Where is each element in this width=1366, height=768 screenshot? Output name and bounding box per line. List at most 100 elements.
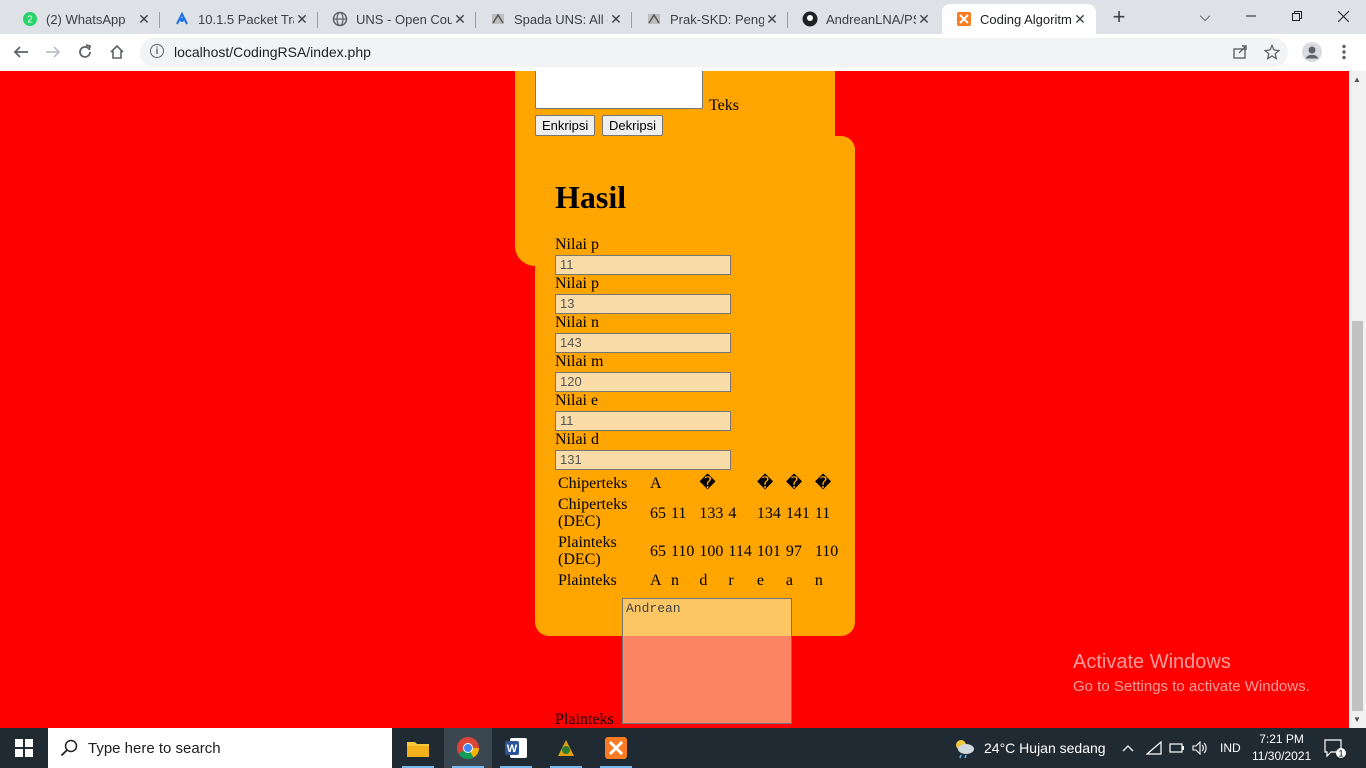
chrome-icon[interactable]: [444, 728, 492, 768]
word-icon[interactable]: W: [492, 728, 540, 768]
new-tab-plus-icon[interactable]: +: [1108, 6, 1130, 28]
field-p1[interactable]: 11: [555, 255, 731, 275]
svg-text:W: W: [507, 743, 518, 755]
table-cell: 11: [671, 504, 687, 522]
taskbar-search-box[interactable]: Type here to search: [48, 728, 392, 768]
field-label-d: Nilai d: [555, 431, 599, 448]
weather-widget[interactable]: 24°C Hujan sedang: [952, 728, 1106, 768]
reload-icon[interactable]: [73, 40, 97, 64]
whatsapp-icon: 2: [22, 11, 38, 27]
table-cell: �: [814, 475, 832, 492]
tab-title: Coding Algoritma: [980, 11, 1072, 27]
row-header: Plainteks (DEC): [558, 534, 617, 568]
tab-prak-skd[interactable]: Prak-SKD: Pengu ✕: [632, 4, 788, 34]
table-row-chipertext: Chiperteks A � � � �: [557, 474, 840, 493]
plaintext-output-area[interactable]: Andrean: [622, 598, 792, 724]
address-bar[interactable]: i localhost/CodingRSA/index.php: [140, 38, 1288, 67]
restore-icon[interactable]: [1274, 0, 1320, 32]
tab-whatsapp[interactable]: 2 (2) WhatsApp ✕: [8, 4, 160, 34]
tab-strip: 2 (2) WhatsApp ✕ 10.1.5 Packet Trac ✕ UN…: [0, 0, 1366, 34]
close-tab-icon[interactable]: ✕: [294, 11, 310, 28]
battery-icon[interactable]: [1169, 728, 1185, 768]
table-cell: A: [650, 572, 662, 589]
taskbar-clock[interactable]: 7:21 PM 11/30/2021: [1252, 731, 1311, 765]
close-window-icon[interactable]: [1320, 0, 1366, 32]
encrypt-button[interactable]: Enkripsi: [535, 115, 596, 136]
xampp-app-icon[interactable]: [592, 728, 640, 768]
result-title: Hasil: [555, 179, 627, 215]
page-scrollbar[interactable]: ▲ ▼: [1349, 71, 1366, 728]
page-viewport: Teks Enkripsi Dekripsi Hasil Nilai p 11 …: [0, 71, 1349, 728]
github-icon: [802, 11, 818, 27]
minimize-icon[interactable]: [1228, 0, 1274, 32]
input-text-area[interactable]: [535, 71, 703, 109]
tab-uns-open-course[interactable]: UNS - Open Cour ✕: [318, 4, 476, 34]
notification-center-icon[interactable]: 1: [1324, 728, 1346, 768]
table-cell: 4: [728, 504, 737, 522]
notification-badge: 1: [1338, 749, 1343, 759]
field-m[interactable]: 120: [555, 372, 731, 392]
clock-time: 7:21 PM: [1259, 732, 1304, 746]
forward-arrow-icon[interactable]: [41, 40, 65, 64]
home-icon[interactable]: [105, 40, 129, 64]
close-tab-icon[interactable]: ✕: [452, 11, 468, 28]
tab-title: Spada UNS: All co: [514, 11, 608, 27]
field-d[interactable]: 131: [555, 450, 731, 470]
clock-date: 11/30/2021: [1252, 749, 1312, 763]
row-header: Plainteks: [558, 572, 617, 589]
close-tab-icon[interactable]: ✕: [764, 11, 780, 28]
watermark-subtitle: Go to Settings to activate Windows.: [1073, 678, 1310, 695]
menu-kebab-icon[interactable]: [1332, 40, 1356, 64]
table-cell: 65: [650, 504, 666, 522]
close-tab-icon[interactable]: ✕: [1072, 11, 1088, 28]
table-cell: 65: [650, 542, 666, 560]
table-row-plaintext: Plainteks A n d r e a n: [557, 571, 840, 590]
table-cell: r: [728, 572, 734, 589]
close-tab-icon[interactable]: ✕: [608, 11, 624, 28]
tab-title: Prak-SKD: Pengu: [670, 11, 764, 27]
network-icon[interactable]: [1146, 728, 1162, 768]
table-cell: 114: [728, 542, 752, 560]
table-cell: e: [756, 572, 764, 589]
url-text[interactable]: localhost/CodingRSA/index.php: [174, 44, 371, 60]
language-indicator[interactable]: IND: [1220, 728, 1241, 768]
table-cell: 134: [756, 504, 781, 522]
scroll-up-arrow-icon[interactable]: ▲: [1353, 75, 1361, 84]
back-arrow-icon[interactable]: [9, 40, 33, 64]
packet-tracer-icon: [174, 11, 190, 27]
field-e[interactable]: 11: [555, 411, 731, 431]
close-tab-icon[interactable]: ✕: [136, 11, 152, 28]
tab-search-chevron-icon[interactable]: ⌵: [1182, 0, 1228, 32]
share-icon[interactable]: [1228, 40, 1252, 64]
scroll-down-arrow-icon[interactable]: ▼: [1353, 715, 1361, 724]
close-tab-icon[interactable]: ✕: [916, 11, 932, 28]
weather-text: 24°C Hujan sedang: [984, 740, 1106, 756]
weather-rain-cloud-icon: [952, 737, 976, 759]
field-label-e: Nilai e: [555, 392, 599, 409]
tab-packet-tracer[interactable]: 10.1.5 Packet Trac ✕: [160, 4, 318, 34]
search-icon: [60, 739, 78, 757]
site-info-icon[interactable]: i: [150, 44, 164, 58]
tab-github[interactable]: AndreanLNA/PSK ✕: [788, 4, 940, 34]
bookmark-star-icon[interactable]: [1260, 40, 1284, 64]
decrypt-button[interactable]: Dekripsi: [602, 115, 663, 136]
windows-taskbar: Type here to search W 24°C Hujan sedang …: [0, 728, 1366, 768]
table-cell: 11: [814, 504, 831, 522]
tab-coding-algoritma[interactable]: Coding Algoritma ✕: [942, 4, 1096, 34]
field-p2[interactable]: 13: [555, 294, 731, 314]
windows-start-icon[interactable]: [0, 728, 48, 768]
scrollbar-thumb[interactable]: [1352, 321, 1363, 711]
globe-icon: [332, 11, 348, 27]
table-cell: [727, 474, 753, 493]
volume-icon[interactable]: [1192, 728, 1208, 768]
show-hidden-icons-chevron-icon[interactable]: [1122, 728, 1134, 768]
field-label-p2: Nilai p: [555, 275, 599, 292]
table-cell: 110: [814, 542, 839, 560]
table-cell: a: [785, 572, 793, 589]
field-n[interactable]: 143: [555, 333, 731, 353]
file-explorer-icon[interactable]: [394, 728, 442, 768]
whatsapp-badge: 2: [27, 15, 33, 26]
packet-tracer-app-icon[interactable]: [542, 728, 590, 768]
tab-spada-uns[interactable]: Spada UNS: All co ✕: [476, 4, 632, 34]
profile-avatar-icon[interactable]: [1300, 40, 1324, 64]
